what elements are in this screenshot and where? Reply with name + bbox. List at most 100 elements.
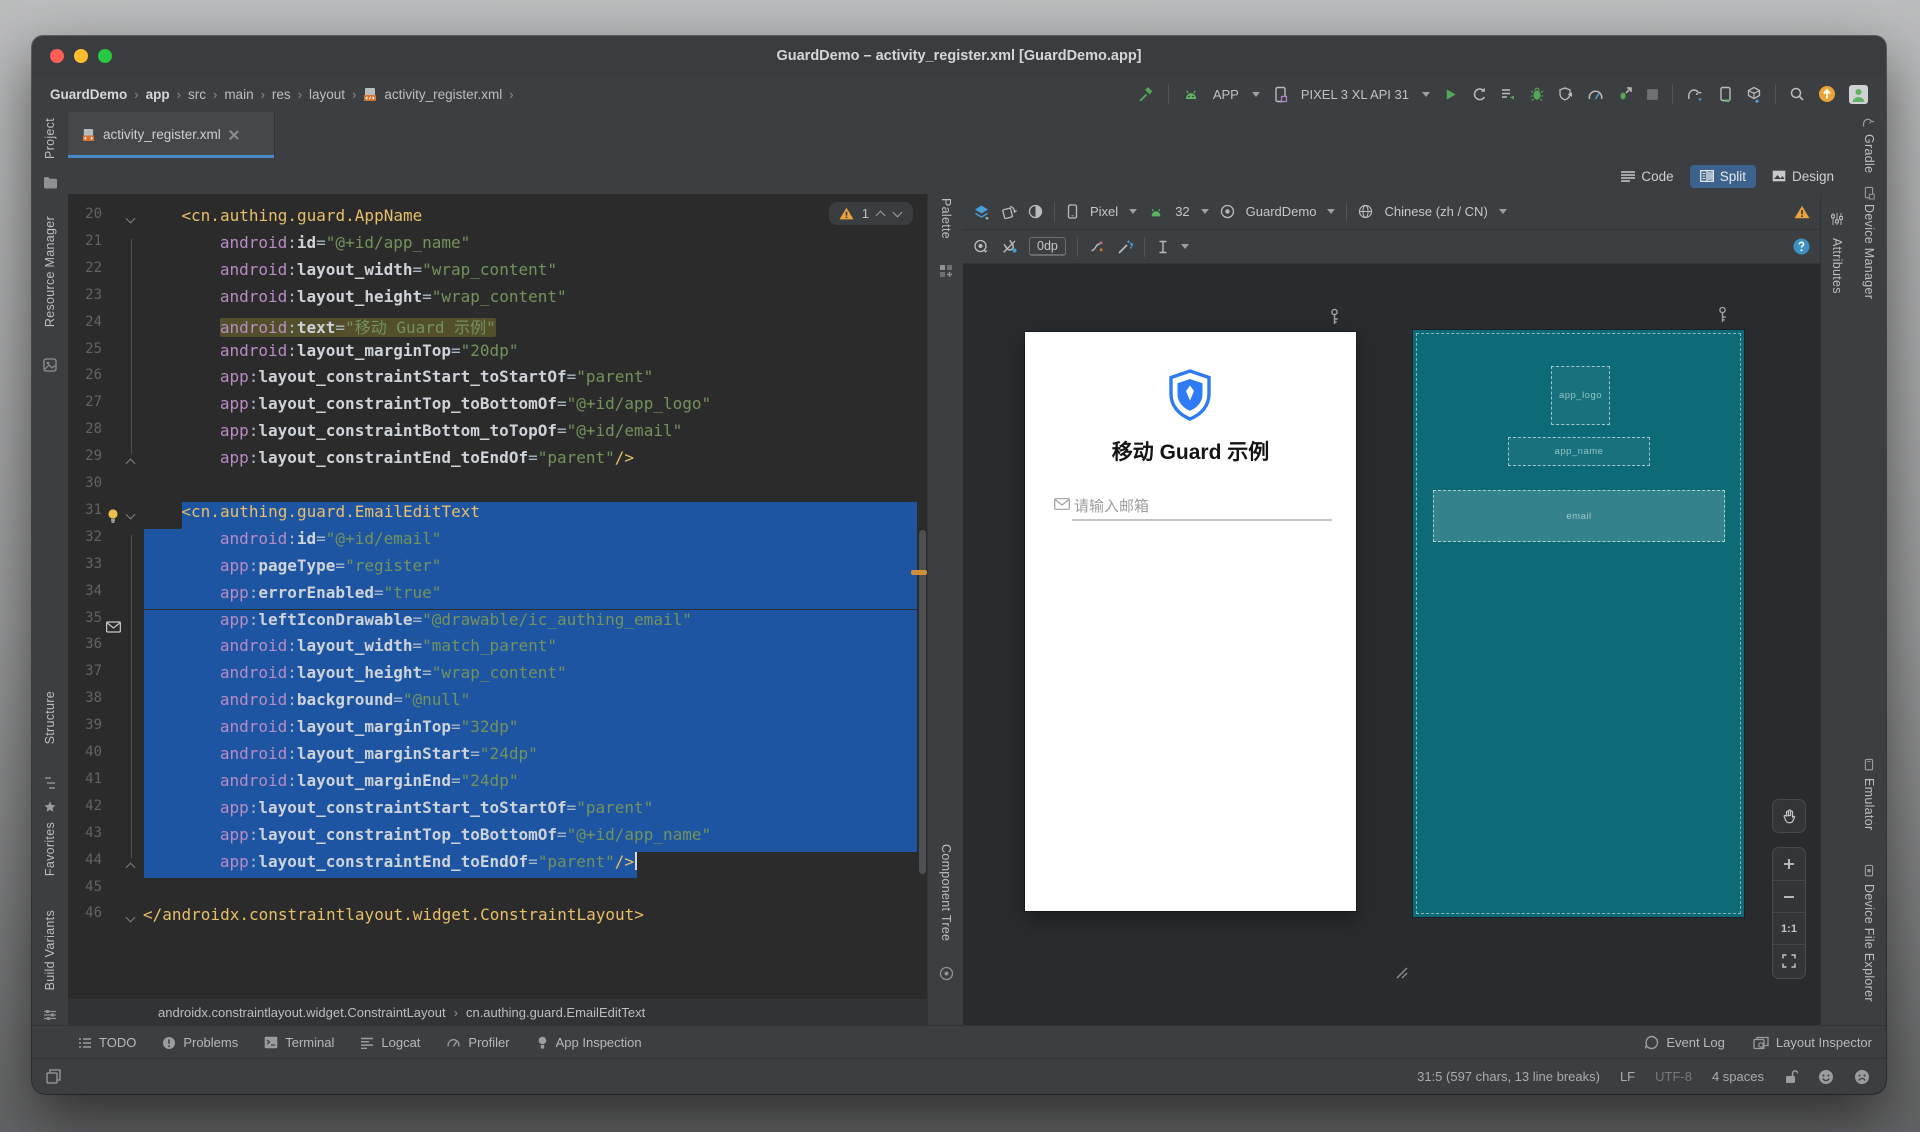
- line-number[interactable]: 29: [68, 448, 102, 464]
- editor-scrollbar[interactable]: [919, 530, 926, 874]
- code-line-40[interactable]: 40android:layout_marginStart="24dp": [68, 744, 927, 771]
- line-number[interactable]: 32: [68, 529, 102, 545]
- breadcrumb-src[interactable]: src: [188, 87, 206, 102]
- mode-design-button[interactable]: Design: [1762, 165, 1844, 188]
- sidebar-item-project[interactable]: Project: [32, 118, 68, 159]
- run-button[interactable]: [1443, 87, 1458, 102]
- mode-split-button[interactable]: Split: [1690, 165, 1756, 188]
- line-ending[interactable]: LF: [1620, 1069, 1635, 1084]
- breadcrumb-emailedittext[interactable]: cn.authing.guard.EmailEditText: [466, 1005, 645, 1020]
- apply-changes-icon[interactable]: [1471, 86, 1487, 102]
- tab-attributes[interactable]: Attributes: [1821, 238, 1853, 294]
- breadcrumb-main[interactable]: main: [224, 87, 253, 102]
- code-line-34[interactable]: 34app:errorEnabled="true": [68, 583, 927, 610]
- chevron-down-icon[interactable]: [1327, 209, 1335, 214]
- pan-tool-button[interactable]: [1772, 799, 1806, 833]
- zoom-to-fit-button[interactable]: [1773, 944, 1805, 976]
- line-number[interactable]: 25: [68, 341, 102, 357]
- device-manager-strip-icon[interactable]: [1852, 186, 1886, 200]
- code-line-37[interactable]: 37android:layout_height="wrap_content": [68, 663, 927, 690]
- toolwindow-logcat[interactable]: Logcat: [360, 1035, 420, 1050]
- code-line-44[interactable]: 44app:layout_constraintEnd_toEndOf="pare…: [68, 852, 927, 879]
- code-line-39[interactable]: 39android:layout_marginTop="32dp": [68, 717, 927, 744]
- locale-selector[interactable]: Chinese (zh / CN): [1384, 204, 1487, 219]
- line-number[interactable]: 39: [68, 717, 102, 733]
- profiler-icon[interactable]: [1587, 87, 1604, 102]
- blueprint-screen[interactable]: app_logoapp_nameemail: [1413, 330, 1744, 917]
- code-line-36[interactable]: 36android:layout_width="match_parent": [68, 636, 927, 663]
- resource-manager-icon[interactable]: [32, 358, 68, 372]
- line-number[interactable]: 37: [68, 663, 102, 679]
- design-preview-screen[interactable]: 移动 Guard 示例 请输入邮箱: [1025, 332, 1356, 911]
- preview-app-name-text[interactable]: 移动 Guard 示例: [1025, 436, 1356, 466]
- code-line-38[interactable]: 38android:background="@null": [68, 690, 927, 717]
- toolwindow-event-log[interactable]: Event Log: [1644, 1035, 1725, 1050]
- indent-setting[interactable]: 4 spaces: [1712, 1069, 1764, 1084]
- code-line-29[interactable]: 29app:layout_constraintEnd_toEndOf="pare…: [68, 448, 927, 475]
- blueprint-box-email[interactable]: email: [1433, 490, 1725, 542]
- avatar[interactable]: [1849, 85, 1868, 104]
- code-line-20[interactable]: 20<cn.authing.guard.AppName: [68, 206, 927, 233]
- blueprint-box-app_name[interactable]: app_name: [1508, 437, 1650, 466]
- code-line-43[interactable]: 43app:layout_constraintTop_toBottomOf="@…: [68, 825, 927, 852]
- star-icon[interactable]: [32, 800, 68, 814]
- line-number[interactable]: 38: [68, 690, 102, 706]
- debug-icon[interactable]: [1529, 86, 1545, 102]
- line-number[interactable]: 21: [68, 233, 102, 249]
- profile-app-icon[interactable]: [1558, 86, 1574, 102]
- update-available-icon[interactable]: [1818, 85, 1836, 103]
- sidebar-item-structure[interactable]: Structure: [32, 691, 68, 744]
- next-warning-icon[interactable]: [894, 211, 903, 217]
- sidebar-item-resource-manager[interactable]: Resource Manager: [32, 216, 68, 327]
- line-number[interactable]: 43: [68, 825, 102, 841]
- code-line-35[interactable]: 35app:leftIconDrawable="@drawable/ic_aut…: [68, 610, 927, 637]
- gradle-elephant-icon[interactable]: [1852, 116, 1886, 129]
- tab-palette[interactable]: Palette: [928, 198, 964, 239]
- code-line-23[interactable]: 23android:layout_height="wrap_content": [68, 287, 927, 314]
- default-margin-selector[interactable]: 0dp: [1029, 237, 1066, 256]
- line-number[interactable]: 22: [68, 260, 102, 276]
- sidebar-item-device-manager[interactable]: Device Manager: [1852, 204, 1886, 299]
- code-line-24[interactable]: 24android:text="移动 Guard 示例": [68, 314, 927, 341]
- sdk-manager-icon[interactable]: [1746, 86, 1762, 103]
- clear-constraints-icon[interactable]: [1089, 239, 1106, 255]
- code-line-31[interactable]: 31<cn.authing.guard.EmailEditText: [68, 502, 927, 529]
- chevron-down-icon[interactable]: [1252, 92, 1260, 97]
- file-encoding[interactable]: UTF-8: [1655, 1069, 1692, 1084]
- device-file-explorer-strip-icon[interactable]: [1852, 864, 1886, 878]
- zoom-out-button[interactable]: [1773, 880, 1805, 912]
- fold-marker-icon[interactable]: [126, 459, 136, 469]
- toolwindow-todo[interactable]: TODO: [78, 1035, 136, 1050]
- layout-warning-icon[interactable]: [1794, 205, 1810, 219]
- code-line-22[interactable]: 22android:layout_width="wrap_content": [68, 260, 927, 287]
- line-number[interactable]: 45: [68, 879, 102, 895]
- toolwindow-app-inspection[interactable]: App Inspection: [536, 1035, 642, 1050]
- tab-activity-register-xml[interactable]: activity_register.xml: [68, 112, 275, 157]
- chevron-down-icon[interactable]: [1129, 209, 1137, 214]
- zoom-one-to-one-button[interactable]: 1:1: [1773, 912, 1805, 944]
- line-number[interactable]: 34: [68, 583, 102, 599]
- email-input-placeholder[interactable]: 请输入邮箱: [1074, 495, 1149, 516]
- line-number[interactable]: 40: [68, 744, 102, 760]
- chevron-down-icon[interactable]: [1201, 209, 1209, 214]
- line-number[interactable]: 24: [68, 314, 102, 330]
- preview-resize-handle[interactable]: [1393, 964, 1408, 984]
- line-number[interactable]: 28: [68, 421, 102, 437]
- build-variants-icon[interactable]: [32, 1008, 68, 1022]
- tool-windows-toggle-icon[interactable]: [32, 1069, 61, 1084]
- code-line-27[interactable]: 27app:layout_constraintTop_toBottomOf="@…: [68, 394, 927, 421]
- attributes-icon[interactable]: [1821, 212, 1853, 226]
- run-config-selector[interactable]: APP: [1213, 87, 1239, 102]
- lock-open-icon[interactable]: [1784, 1069, 1798, 1084]
- mode-code-button[interactable]: Code: [1611, 165, 1683, 188]
- happy-face-icon[interactable]: [1818, 1069, 1834, 1085]
- theme-selector[interactable]: GuardDemo: [1246, 204, 1317, 219]
- device-for-preview-selector[interactable]: Pixel: [1090, 204, 1118, 219]
- error-stripe-mark[interactable]: [911, 570, 927, 575]
- stop-button[interactable]: [1646, 88, 1659, 101]
- design-canvas[interactable]: 移动 Guard 示例 请输入邮箱 app_logoapp_nameemail: [963, 264, 1820, 1026]
- fold-marker-icon[interactable]: [126, 862, 136, 872]
- sidebar-item-build-variants[interactable]: Build Variants: [32, 910, 68, 990]
- line-number[interactable]: 31: [68, 502, 102, 518]
- autoconnect-off-icon[interactable]: [1001, 239, 1018, 255]
